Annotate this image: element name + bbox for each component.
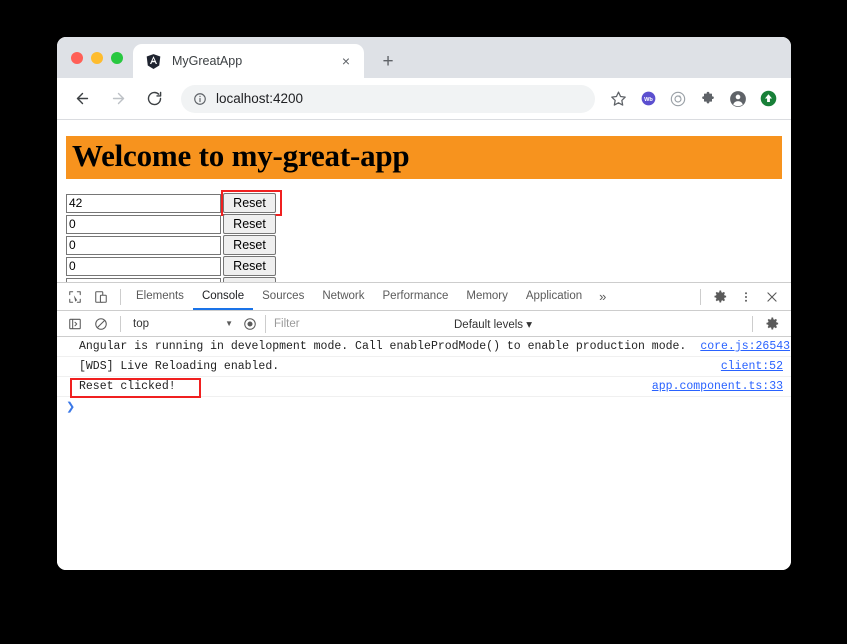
counter-input-5[interactable] [66, 277, 221, 282]
bookmark-star-icon[interactable] [605, 86, 631, 112]
toolbar-divider [700, 288, 701, 305]
target-circle-icon[interactable] [665, 86, 691, 112]
devtools-right-controls [694, 284, 791, 310]
tab-memory[interactable]: Memory [457, 283, 517, 310]
devtools-tabbar: Elements Console Sources Network Perform… [57, 283, 791, 311]
browser-window: MyGreatApp × + localhost:4200 Wb Welcome… [57, 37, 791, 570]
clear-console-icon[interactable] [88, 311, 114, 337]
maximize-window-button[interactable] [111, 51, 123, 64]
prompt-arrow-icon: ❯ [66, 400, 76, 413]
toolbar-divider [120, 315, 121, 332]
more-options-icon[interactable] [733, 284, 759, 310]
counter-row: Reset [66, 189, 791, 216]
reload-icon[interactable] [141, 86, 167, 112]
tab-console[interactable]: Console [193, 283, 253, 310]
tab-network[interactable]: Network [313, 283, 373, 310]
more-tabs-button[interactable]: » [591, 289, 614, 304]
console-message-text: Reset clicked! [79, 380, 176, 393]
console-settings-group [746, 311, 791, 337]
toolbar-divider [752, 315, 753, 332]
tab-elements[interactable]: Elements [127, 283, 193, 310]
reset-button-5[interactable]: Reset [223, 277, 276, 282]
page-content: Welcome to my-great-app Reset Reset Rese… [57, 120, 791, 282]
console-message-list[interactable]: Angular is running in development mode. … [57, 337, 791, 570]
forward-arrow-icon[interactable] [105, 86, 131, 112]
svg-text:Wb: Wb [644, 97, 653, 103]
counter-input-1[interactable] [66, 193, 221, 213]
counter-row: Reset [66, 277, 791, 282]
page-title: Welcome to my-great-app [72, 138, 410, 173]
tab-performance[interactable]: Performance [374, 283, 458, 310]
console-context-select[interactable]: top ▼ [127, 318, 237, 330]
minimize-window-button[interactable] [91, 51, 103, 64]
extension-badge-icon[interactable]: Wb [635, 86, 661, 112]
address-bar[interactable]: localhost:4200 [181, 84, 595, 113]
console-message-source-link[interactable]: app.component.ts:33 [638, 380, 783, 393]
tab-title: MyGreatApp [172, 54, 243, 68]
counter-rows: Reset Reset Reset Reset Reset [66, 189, 791, 282]
tab-strip: MyGreatApp × + [57, 37, 791, 78]
page-info-icon[interactable] [193, 92, 207, 106]
counter-input-2[interactable] [66, 214, 221, 234]
console-prompt[interactable]: ❯ [57, 397, 791, 415]
tab-sources[interactable]: Sources [253, 283, 313, 310]
settings-gear-icon[interactable] [707, 284, 733, 310]
toolbar-divider [120, 288, 121, 305]
new-tab-button[interactable]: + [374, 47, 402, 75]
browser-toolbar: localhost:4200 Wb [57, 78, 791, 120]
close-devtools-icon[interactable] [759, 284, 785, 310]
devtools-panel: Elements Console Sources Network Perform… [57, 282, 791, 570]
device-toolbar-icon[interactable] [88, 284, 114, 310]
chevron-down-icon: ▼ [225, 319, 233, 328]
counter-row: Reset [66, 214, 791, 235]
live-expression-icon[interactable] [237, 311, 263, 337]
console-message: [WDS] Live Reloading enabled. client:52 [57, 357, 791, 377]
close-icon[interactable]: × [336, 51, 356, 71]
reset-button-1[interactable]: Reset [223, 193, 276, 214]
console-message-source-link[interactable]: core.js:26543 [686, 340, 790, 353]
browser-tab[interactable]: MyGreatApp × [133, 44, 364, 78]
window-controls [67, 37, 133, 78]
console-toolbar: top ▼ Default levels ▾ [57, 311, 791, 337]
console-levels-select[interactable]: Default levels ▾ [454, 317, 532, 331]
reset-button-2[interactable]: Reset [223, 214, 276, 235]
back-arrow-icon[interactable] [69, 86, 95, 112]
console-sidebar-icon[interactable] [62, 311, 88, 337]
console-message: Reset clicked! app.component.ts:33 [57, 377, 791, 398]
console-message-text: Angular is running in development mode. … [79, 340, 687, 353]
counter-row: Reset [66, 256, 791, 277]
puzzle-extensions-icon[interactable] [695, 86, 721, 112]
inspect-element-icon[interactable] [62, 284, 88, 310]
console-filter-input[interactable] [265, 314, 440, 333]
close-window-button[interactable] [71, 51, 83, 64]
reset-button-4[interactable]: Reset [223, 256, 276, 277]
counter-input-3[interactable] [66, 235, 221, 255]
update-arrow-icon[interactable] [755, 86, 781, 112]
welcome-banner: Welcome to my-great-app [66, 136, 782, 179]
angular-logo-icon [146, 53, 161, 69]
reset-button-3[interactable]: Reset [223, 235, 276, 256]
counter-row: Reset [66, 235, 791, 256]
console-settings-icon[interactable] [759, 311, 785, 337]
counter-input-4[interactable] [66, 256, 221, 276]
console-message-text: [WDS] Live Reloading enabled. [79, 360, 280, 373]
console-context-value: top [133, 317, 149, 330]
address-bar-url: localhost:4200 [216, 91, 304, 106]
console-message: Angular is running in development mode. … [57, 337, 791, 357]
profile-avatar-icon[interactable] [725, 86, 751, 112]
tab-application[interactable]: Application [517, 283, 591, 310]
console-message-source-link[interactable]: client:52 [707, 360, 783, 373]
